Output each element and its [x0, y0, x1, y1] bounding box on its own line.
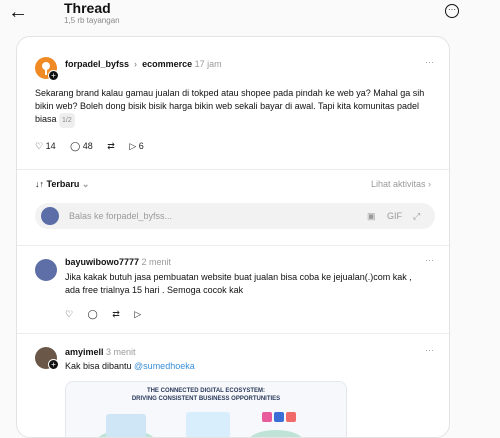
thread-card: + forpadel_byfss › ecommerce 17 jam ··· … — [16, 36, 450, 438]
divider — [17, 333, 449, 334]
more-options-icon[interactable]: ··· — [445, 4, 459, 18]
back-arrow-icon[interactable]: ← — [8, 2, 28, 22]
breadcrumb-chevron-icon: › — [131, 59, 140, 69]
page-indicator: 1/2 — [59, 113, 75, 128]
view-activity-link[interactable]: Lihat aktivitas › — [371, 179, 431, 189]
image-icon[interactable]: ▣ — [367, 211, 376, 222]
reply-author[interactable]: bayuwibowo7777 2 menit — [65, 257, 171, 267]
community-link[interactable]: ecommerce — [142, 59, 192, 69]
repost-icon[interactable]: ⇄ — [112, 309, 120, 320]
reply-button[interactable]: ◯ 48 — [70, 141, 93, 152]
heart-icon: ♡ — [35, 141, 44, 151]
sort-dropdown[interactable]: ↓↑ Terbaru ⌄ — [35, 179, 89, 190]
follow-plus-icon[interactable]: + — [48, 359, 59, 370]
divider — [17, 169, 449, 170]
post-author[interactable]: forpadel_byfss › ecommerce 17 jam — [65, 59, 222, 69]
reply-body: Jika kakak butuh jasa pembuatan website … — [65, 272, 412, 295]
like-button[interactable]: ♡ 14 — [35, 141, 56, 152]
reply-author[interactable]: amyimell 3 menit — [65, 347, 136, 357]
send-icon: ▷ — [129, 141, 137, 151]
reply-more-icon[interactable]: ··· — [425, 345, 434, 355]
reply-more-icon[interactable]: ··· — [425, 255, 434, 265]
comment-icon: ◯ — [70, 141, 81, 151]
my-avatar — [41, 207, 59, 225]
divider — [17, 245, 449, 246]
reply-actions: ♡ ◯ ⇄ ▷ — [65, 309, 153, 320]
view-count: 1,5 rb tayangan — [64, 16, 120, 25]
mention-link[interactable]: @sumedhoeka — [134, 361, 195, 371]
chevron-down-icon: ⌄ — [81, 179, 90, 189]
post-actions: ♡ 14 ◯ 48 ⇄ ▷ 6 — [35, 141, 156, 152]
reply-placeholder: Balas ke forpadel_byfss... — [69, 211, 173, 221]
reply-input[interactable]: Balas ke forpadel_byfss... ▣ GIF ⤢ — [35, 203, 435, 229]
top-bar: ← Thread 1,5 rb tayangan ··· — [0, 0, 500, 32]
sort-icon: ↓↑ — [35, 179, 44, 189]
attached-image[interactable]: THE CONNECTED DIGITAL ECOSYSTEM: DRIVING… — [65, 381, 347, 437]
post-body: Sekarang brand kalau gamau jualan di tok… — [35, 87, 435, 128]
comment-icon[interactable]: ◯ — [88, 309, 98, 320]
post-time: 17 jam — [194, 59, 222, 69]
page-title: Thread — [64, 0, 111, 16]
ecosystem-illustration-icon — [98, 412, 302, 437]
reply-time: 2 menit — [141, 257, 172, 267]
post-more-icon[interactable]: ··· — [425, 57, 434, 67]
gif-icon[interactable]: GIF — [387, 211, 402, 221]
avatar[interactable] — [35, 259, 57, 281]
follow-plus-icon[interactable]: + — [48, 70, 59, 81]
repost-icon: ⇄ — [107, 141, 115, 151]
repost-button[interactable]: ⇄ — [107, 141, 115, 152]
reply-time: 3 menit — [106, 347, 136, 357]
share-button[interactable]: ▷ 6 — [129, 141, 143, 152]
send-icon[interactable]: ▷ — [134, 309, 141, 320]
expand-icon[interactable]: ⤢ — [413, 211, 420, 222]
heart-icon[interactable]: ♡ — [65, 309, 73, 320]
reply-body: Kak bisa dibantu @sumedhoeka — [65, 361, 195, 371]
